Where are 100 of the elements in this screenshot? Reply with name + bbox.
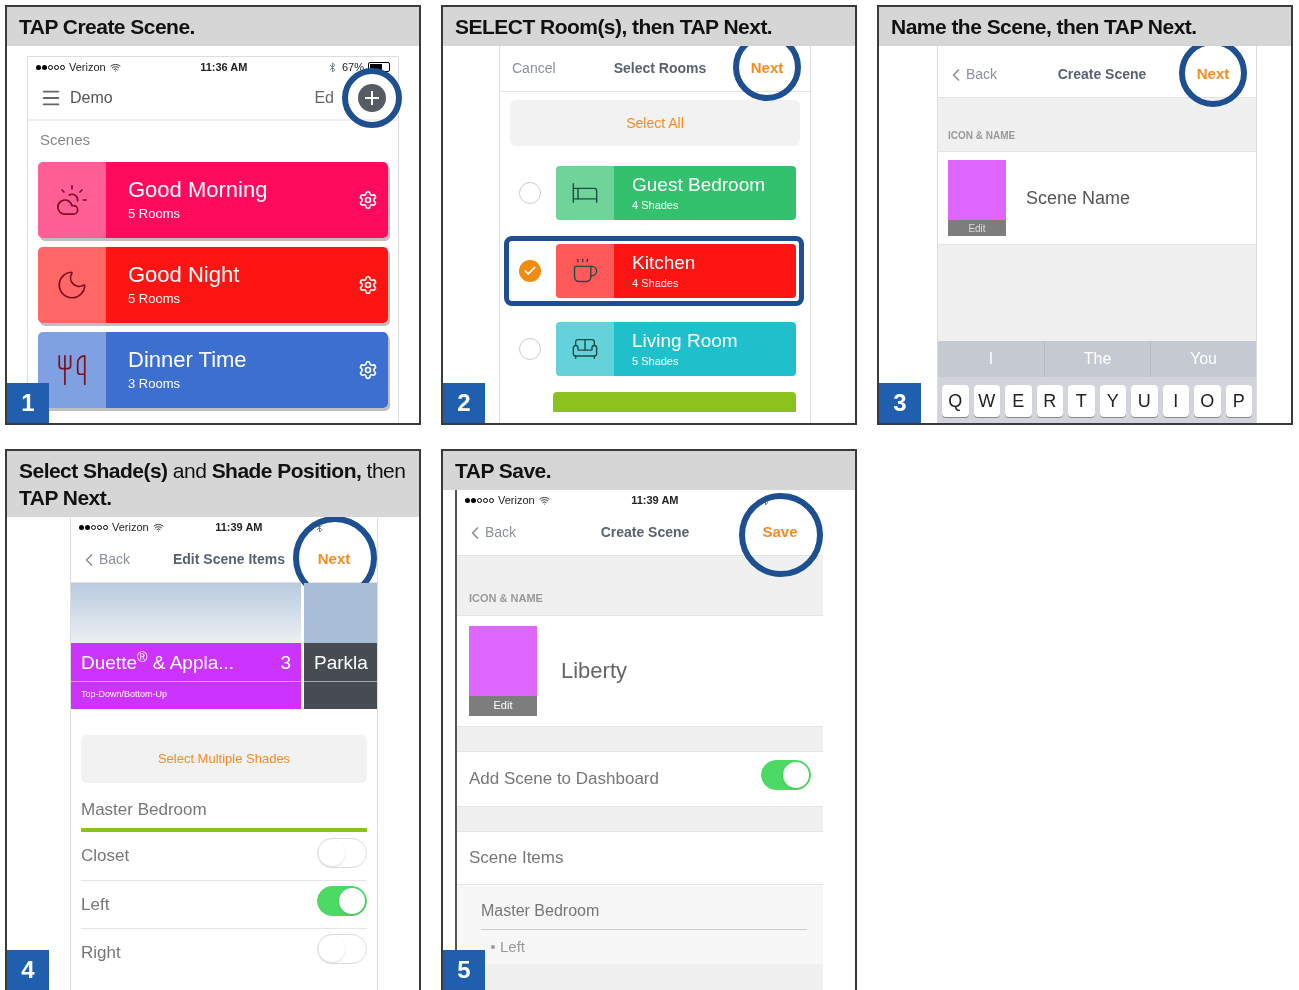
scene-icon xyxy=(55,182,89,217)
room-card[interactable]: Living Room 5 Shades xyxy=(556,322,796,376)
section-label: Scenes xyxy=(39,130,92,150)
scene-card[interactable]: Good Night 5 Rooms xyxy=(38,246,388,323)
battery-percent: 67% xyxy=(341,59,364,75)
next-button[interactable]: Save xyxy=(762,521,798,544)
room-heading: Master Bedroom xyxy=(481,898,807,930)
radio-button[interactable] xyxy=(519,260,541,282)
keyboard-key[interactable]: Y xyxy=(1099,385,1126,417)
status-time: 11:39 AM xyxy=(631,492,679,508)
shade-name: Right xyxy=(81,941,121,964)
product-card[interactable]: Parkla xyxy=(304,583,377,709)
bullet-icon xyxy=(491,944,495,949)
room-heading: Master Bedroom xyxy=(81,796,367,832)
screen-title: Edit Scene Items xyxy=(171,550,286,569)
room-name: Guest Bedroom xyxy=(632,172,766,197)
wifi-icon xyxy=(152,521,164,533)
select-multiple-button[interactable]: Select Multiple Shades xyxy=(81,734,367,783)
scene-subtitle: 5 Rooms xyxy=(128,204,182,223)
keyboard-key[interactable]: U xyxy=(1131,385,1158,417)
carrier-label: Verizon xyxy=(498,492,535,508)
room-card[interactable]: Kitchen 4 Shades xyxy=(556,244,796,298)
next-button[interactable]: Next xyxy=(1196,63,1230,86)
back-button[interactable]: Back xyxy=(79,549,159,570)
scene-card[interactable]: Dinner Time 3 Rooms xyxy=(38,331,388,408)
step-number: 4 xyxy=(7,950,49,990)
next-button[interactable]: Next xyxy=(750,57,784,80)
scene-subtitle: 5 Rooms xyxy=(128,289,182,308)
shade-name: Closet xyxy=(81,845,130,868)
step-number: 5 xyxy=(443,950,485,990)
room-name: Living Room xyxy=(632,328,738,353)
keyboard-key[interactable]: E xyxy=(1005,385,1032,417)
product-count: 3 xyxy=(280,651,291,675)
scene-icon xyxy=(55,352,89,387)
setting-label: Add Scene to Dashboard xyxy=(469,767,659,790)
keyboard-key[interactable]: T xyxy=(1068,385,1095,417)
room-card[interactable]: Guest Bedroom 4 Shades xyxy=(556,166,796,220)
step-title: TAP Create Scene. xyxy=(7,7,419,46)
scene-name: Good Morning xyxy=(128,176,269,204)
wifi-icon xyxy=(109,61,121,73)
checkmark-icon xyxy=(523,264,537,278)
toggle-switch[interactable] xyxy=(317,934,367,964)
status-time: 11:39 AM xyxy=(215,519,263,535)
carrier-label: Verizon xyxy=(69,59,106,75)
room-subtitle: 4 Shades xyxy=(632,275,680,291)
product-subtitle: Top-Down/Bottom-Up xyxy=(80,687,169,701)
room-name: Kitchen xyxy=(632,250,696,275)
settings-icon[interactable] xyxy=(358,359,378,380)
scene-name-field[interactable]: Scene Name xyxy=(1026,184,1246,212)
product-card[interactable]: Duette$^{®}$ & Appla... 3 Top-Down/Bottom-Up xyxy=(71,583,301,709)
toggle-switch[interactable] xyxy=(317,886,367,916)
next-button[interactable]: Next xyxy=(317,548,351,571)
step-title: Select Shade(s) and Shade Position, then TAP Next. xyxy=(7,451,419,517)
scene-icon-tile[interactable] xyxy=(948,160,1006,220)
back-button[interactable]: Back xyxy=(465,522,545,543)
settings-icon[interactable] xyxy=(358,274,378,295)
step-number: 2 xyxy=(443,383,485,423)
toggle-switch[interactable] xyxy=(761,760,811,790)
settings-icon[interactable] xyxy=(358,189,378,210)
step-number: 3 xyxy=(879,383,921,423)
scene-icon-tile[interactable] xyxy=(469,625,537,696)
room-subtitle: 4 Shades xyxy=(632,197,680,213)
room-icon xyxy=(571,257,599,285)
product-name: Duette$^{®}$ & Appla... xyxy=(81,649,235,675)
keyboard-key[interactable]: O xyxy=(1194,385,1221,417)
select-all-button[interactable]: Select All xyxy=(510,100,800,146)
keyboard-key[interactable]: I xyxy=(1162,385,1189,417)
edit-button[interactable]: Ed xyxy=(314,86,334,110)
step-number: 1 xyxy=(7,383,49,423)
room-subtitle: 5 Shades xyxy=(632,353,680,369)
cancel-button[interactable]: Cancel xyxy=(508,58,588,79)
scene-name: Liberty xyxy=(561,657,628,685)
keyboard-key[interactable]: P xyxy=(1225,385,1252,417)
section-heading: Scene Items xyxy=(469,846,564,869)
location-name: Demo xyxy=(70,88,113,108)
battery-icon xyxy=(368,62,390,72)
toggle-switch[interactable] xyxy=(317,837,367,868)
scene-name: Dinner Time xyxy=(128,346,248,374)
status-time: 11:36 AM xyxy=(200,59,248,75)
shade-name: Left xyxy=(81,893,110,916)
product-name: Parkla xyxy=(314,651,368,675)
step-title: Name the Scene, then TAP Next. xyxy=(879,7,1291,46)
scene-item: Left xyxy=(500,936,526,957)
edit-button[interactable]: Edit xyxy=(948,220,1006,236)
screen-title: Select Rooms xyxy=(612,59,708,78)
back-button[interactable]: Back xyxy=(946,64,1026,85)
screen-title: Create Scene xyxy=(1056,65,1148,84)
screen-title: Create Scene xyxy=(599,523,691,542)
keyboard-key[interactable]: R xyxy=(1036,385,1063,417)
step-title: TAP Save. xyxy=(443,451,855,490)
carrier-label: Verizon xyxy=(112,519,149,535)
step-title: SELECT Room(s), then TAP Next. xyxy=(443,7,855,46)
scene-card[interactable]: Good Morning 5 Rooms xyxy=(38,161,388,238)
section-label: ICON & NAME xyxy=(468,591,544,606)
edit-button[interactable]: Edit xyxy=(469,695,537,716)
keyboard-key[interactable]: Q xyxy=(942,385,969,417)
keyboard-key[interactable]: W xyxy=(973,385,1000,417)
add-button-icon[interactable] xyxy=(358,84,386,112)
scene-name: Good Night xyxy=(128,261,241,289)
wifi-icon xyxy=(538,494,550,506)
